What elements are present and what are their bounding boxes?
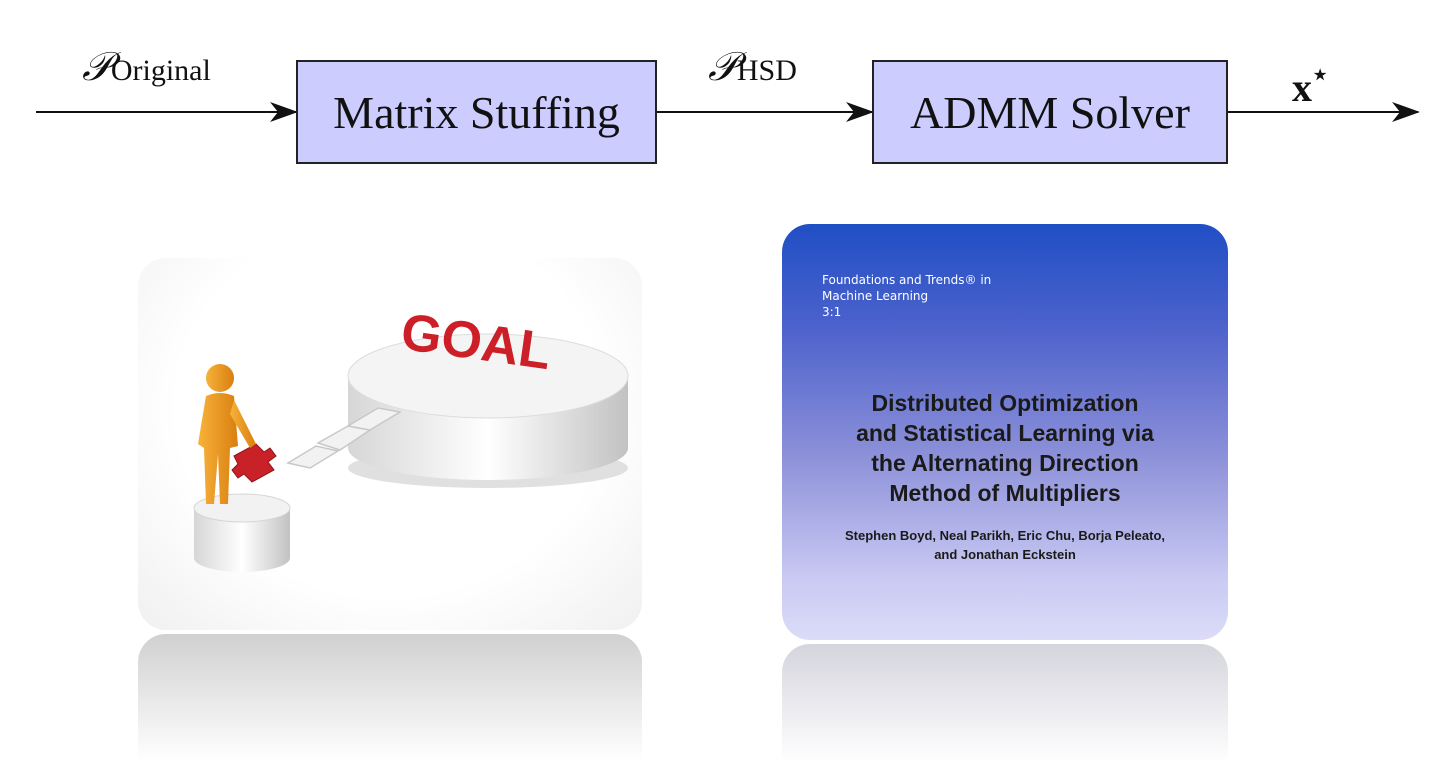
intermediate-symbol: 𝒫 — [708, 44, 737, 90]
input-subscript: Original — [110, 54, 211, 87]
output-label: x⋆ — [1292, 60, 1328, 111]
book-title: Distributed Optimization and Statistical… — [782, 388, 1228, 508]
goal-illustration: GOAL — [193, 303, 629, 572]
person-figure — [198, 364, 256, 504]
admm-solver-label: ADMM Solver — [910, 86, 1190, 138]
book-author-line: and Jonathan Eckstein — [934, 547, 1076, 562]
book-title-line: and Statistical Learning via — [856, 420, 1154, 446]
book-series-line2: Machine Learning — [822, 289, 929, 303]
book-title-line: Distributed Optimization — [871, 390, 1139, 416]
small-pedestal — [193, 493, 291, 572]
book-authors: Stephen Boyd, Neal Parikh, Eric Chu, Bor… — [782, 526, 1228, 564]
book-title-line: Method of Multipliers — [889, 480, 1121, 506]
matrix-stuffing-label: Matrix Stuffing — [333, 86, 620, 138]
admm-solver-box: ADMM Solver — [872, 60, 1228, 164]
goal-image-reflection — [138, 634, 642, 784]
book-author-line: Stephen Boyd, Neal Parikh, Eric Chu, Bor… — [844, 528, 1166, 543]
red-puzzle-piece — [231, 443, 277, 483]
book-cover-reflection — [782, 644, 1228, 784]
matrix-stuffing-box: Matrix Stuffing — [296, 60, 657, 164]
output-symbol: x — [1292, 65, 1312, 110]
input-label: 𝒫Original — [82, 44, 211, 90]
intermediate-label: 𝒫HSD — [708, 44, 797, 90]
book-title-line: the Alternating Direction — [871, 450, 1139, 476]
book-series-line1: Foundations and Trends® in — [822, 273, 992, 287]
output-superscript: ⋆ — [1312, 60, 1329, 89]
book-series: Foundations and Trends® in Machine Learn… — [822, 272, 991, 320]
goal-image: GOAL — [138, 258, 642, 630]
book-volume: 3:1 — [822, 305, 842, 319]
book-cover: Foundations and Trends® in Machine Learn… — [782, 224, 1228, 640]
input-symbol: 𝒫 — [82, 44, 111, 90]
intermediate-subscript: HSD — [736, 54, 797, 87]
